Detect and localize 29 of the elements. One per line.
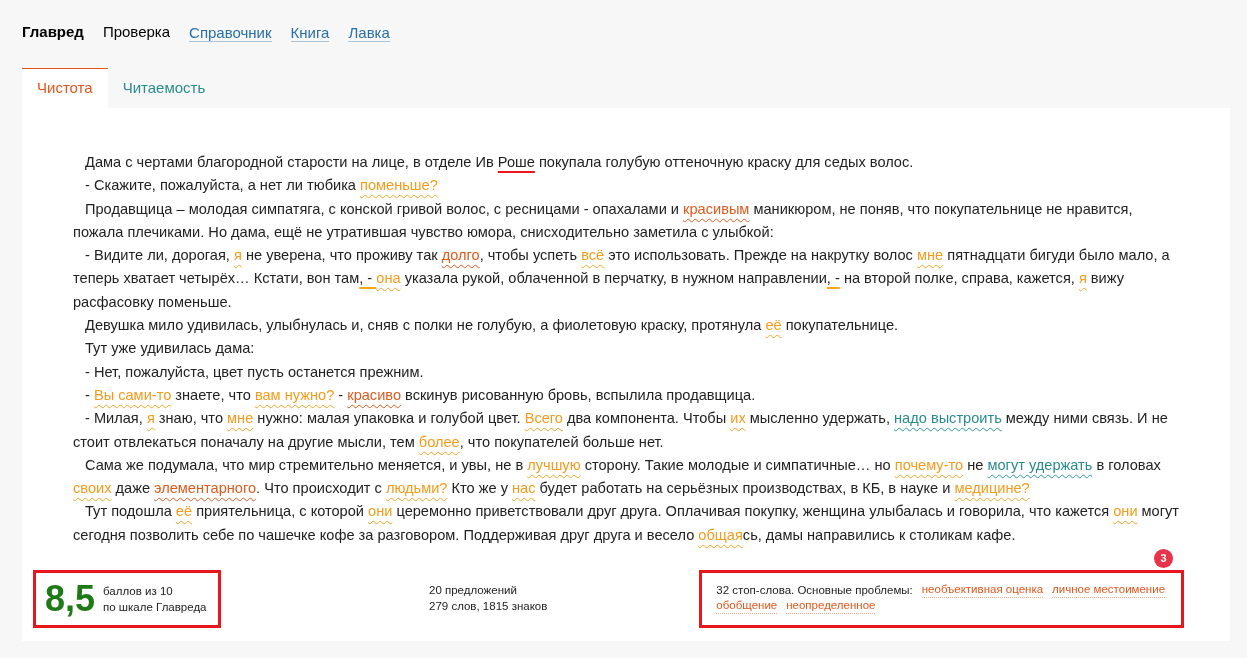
score-label: по шкале Главреда: [103, 600, 207, 615]
problem-link[interactable]: неопределенное: [786, 598, 876, 614]
text-stat: 279 слов, 1815 знаков: [429, 599, 548, 614]
text-paragraph: Продавщица – молодая симпатяга, с конской гривой волос, с ресницами - опахалами и красивым маникюром, не поняв, что покупательнице не нравится, пожала плечиками. Но дама, ещё не утратившая чувство юмора, снисходительно заметила с улыбкой:: [73, 199, 1134, 242]
nav-link[interactable]: Лавка: [348, 23, 390, 42]
score-value: 8,5: [45, 581, 96, 617]
nav-link[interactable]: Книга: [290, 23, 330, 42]
tab[interactable]: Чистота: [22, 68, 108, 108]
problem-link[interactable]: обобщение: [716, 598, 778, 614]
text-paragraph: - Видите ли, дорогая, я не уверена, что проживу так долго, чтобы успеть всё это использовать. Прежде на накрутку волос мне пятнадцати бигуди было мало, а теперь хватает четырёх… Кстати, вон там, - она указала рукой, облаченной в перчатку, в нужном направлении, - на второй полке, справа, кажется, я вижу расфасовку поменьше.: [73, 246, 1171, 312]
text-paragraph: Дама с чертами благородной старости на лице, в отделе Ив Роше покупала голубую оттеночную краску для седых волос.: [84, 153, 915, 172]
nav-item[interactable]: Проверка: [102, 21, 171, 44]
text-paragraph: Сама же подумала, что мир стремительно меняется, и увы, не в лучшую сторону. Такие молодые и симпатичные… но почему-то не могут удержать в головах своих даже элементарного. Что происходит с людьми? Кто же у нас будет работать на серьёзных производствах, в КБ, в науке и медицине?: [73, 455, 1162, 499]
count-badge: 3: [1154, 549, 1173, 568]
text-paragraph: - Скажите, пожалуйста, а нет ли тюбика поменьше?: [84, 176, 439, 196]
nav-link[interactable]: Справочник: [189, 23, 272, 42]
score-label: баллов из 10: [103, 584, 174, 599]
text-paragraph: Тут подошла её приятельница, с которой они церемонно приветствовали друг друга. Оплачивая покупку, женщина улыбалась и говорила, что кажется они могут сегодня позволить себе по чашечке кофе за разговором. Поддерживая друг друга и весело общаясь, дамы направились к столикам кафе.: [73, 502, 1181, 545]
problem-link[interactable]: личное местоимение: [1052, 582, 1166, 598]
brand-logo[interactable]: Главред: [22, 21, 84, 44]
problem-link[interactable]: необъективная оценка: [921, 582, 1044, 598]
text-paragraph: - Нет, пожалуйста, цвет пусть останется прежним.: [84, 362, 425, 382]
text-paragraph: - Милая, я знаю, что мне нужно: малая упаковка и голубой цвет. Всего два компонента. Чтобы их мысленно удержать, надо выстроить между ними связь. И не стоит отвлекаться поначалу на другие мысли, тем более, что покупателей больше нет.: [73, 409, 1169, 452]
stop-word-summary: 32 стоп-слова. Основные проблемы:: [716, 583, 913, 598]
text-stat: 20 предложений: [429, 583, 518, 598]
text-paragraph: - Вы сами-то знаете, что вам нужно? - красиво вскинув рисованную бровь, вспылила продавщица.: [84, 385, 757, 405]
text-paragraph: Тут уже удивилась дама:: [84, 339, 256, 359]
tab[interactable]: Читаемость: [107, 68, 221, 108]
text-paragraph: Девушка мило удивилась, улыбнулась и, сняв с полки не голубую, а фиолетовую краску, протянула её покупательнице.: [84, 316, 900, 336]
